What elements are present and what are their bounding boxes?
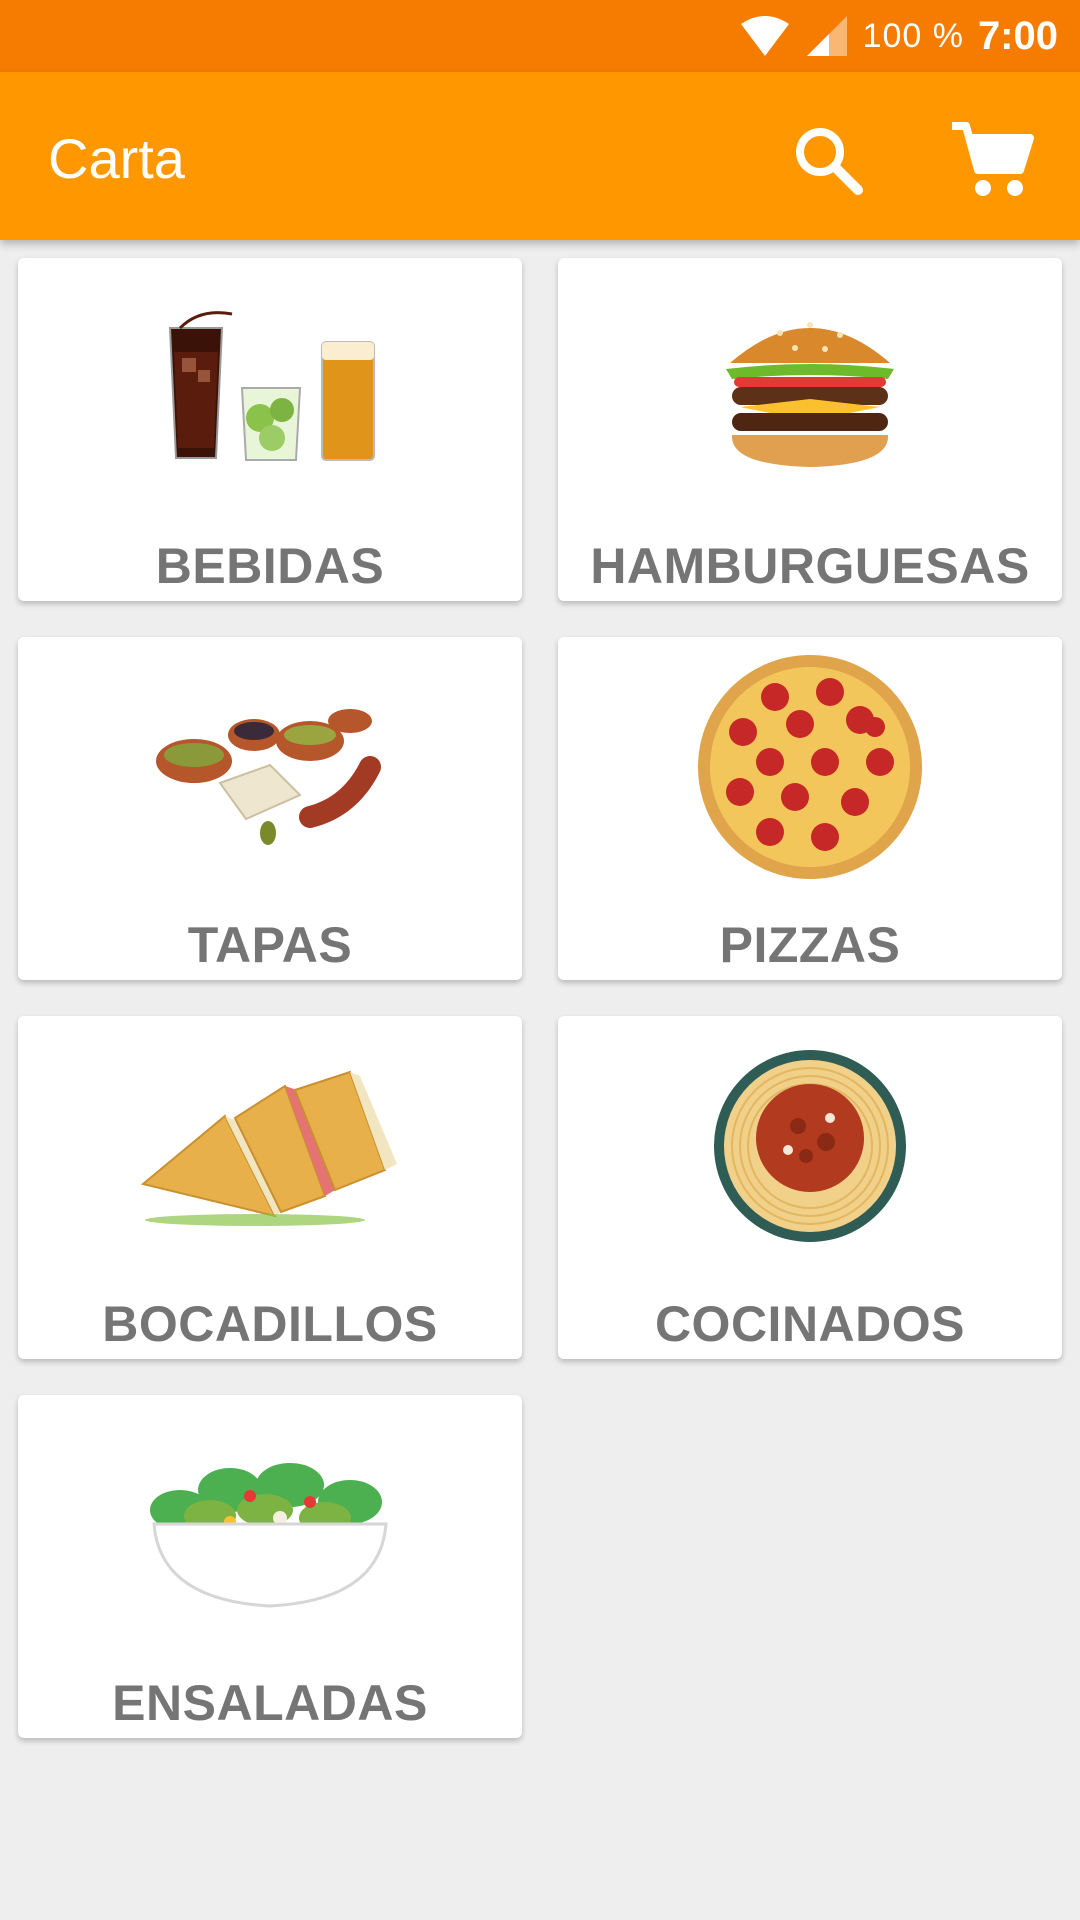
category-card-tapas[interactable]: TAPAS — [18, 637, 522, 980]
search-icon — [796, 128, 863, 195]
wifi-icon — [740, 16, 789, 56]
shopping-cart-icon — [952, 122, 1034, 196]
cell-signal-icon — [806, 16, 847, 56]
category-card-ensaladas[interactable]: ENSALADAS — [18, 1395, 522, 1738]
drinks-image — [18, 278, 522, 498]
category-card-bocadillos[interactable]: BOCADILLOS — [18, 1016, 522, 1359]
category-card-bebidas[interactable]: BEBIDAS — [18, 258, 522, 601]
category-label: PIZZAS — [719, 917, 901, 973]
cart-button[interactable] — [944, 112, 1040, 208]
salad-image — [18, 1415, 522, 1635]
category-card-pizzas[interactable]: PIZZAS — [558, 637, 1062, 980]
clock: 7:00 — [977, 13, 1058, 58]
spaghetti-image — [558, 1036, 1062, 1256]
category-grid: BEBIDAS HAMBURGUESAS TAPAS PIZZAS BOCADI… — [18, 258, 1062, 1738]
category-label: TAPAS — [187, 917, 353, 973]
search-button[interactable] — [780, 112, 876, 208]
category-card-hamburguesas[interactable]: HAMBURGUESAS — [558, 258, 1062, 601]
category-label: ENSALADAS — [112, 1675, 428, 1731]
page-title: Carta — [48, 127, 185, 190]
pizza-image — [558, 655, 1062, 879]
sandwich-image — [18, 1036, 522, 1256]
app-bar: Carta — [0, 72, 1080, 240]
battery-percentage: 100 % — [862, 16, 964, 55]
status-bar: 100 % 7:00 — [0, 0, 1080, 72]
category-label: BOCADILLOS — [102, 1296, 438, 1352]
burger-image — [558, 278, 1062, 498]
category-label: HAMBURGUESAS — [590, 538, 1030, 594]
category-card-cocinados[interactable]: COCINADOS — [558, 1016, 1062, 1359]
category-label: BEBIDAS — [155, 538, 385, 594]
tapas-image — [18, 657, 522, 877]
status-icons: 100 % 7:00 — [739, 0, 1058, 72]
category-label: COCINADOS — [654, 1296, 966, 1352]
